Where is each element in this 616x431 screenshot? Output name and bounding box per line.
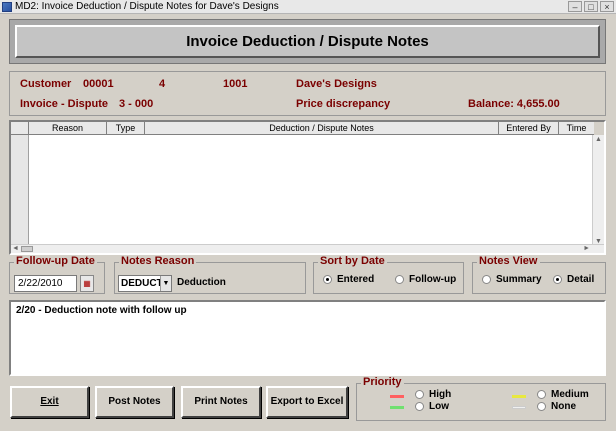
invoice-info-panel: Customer 00001 4 1001 Dave's Designs Inv…: [9, 71, 606, 116]
window-titlebar: MD2: Invoice Deduction / Dispute Notes f…: [0, 0, 616, 14]
window-title: MD2: Invoice Deduction / Dispute Notes f…: [15, 1, 279, 12]
priority-title: Priority: [361, 376, 404, 388]
priority-medium-label: Medium: [551, 389, 589, 400]
priority-none-label: None: [551, 401, 576, 412]
customer-field-3: 1001: [223, 78, 248, 90]
export-excel-button[interactable]: Export to Excel: [266, 386, 348, 418]
customer-label: Customer: [20, 78, 72, 90]
view-detail-label: Detail: [567, 274, 595, 285]
app-icon: [2, 1, 12, 12]
notes-reason-selected: DEDUCT: [121, 278, 163, 289]
sort-followup-label: Follow-up: [409, 274, 457, 285]
grid-header: Reason Type Deduction / Dispute Notes En…: [11, 122, 604, 135]
row-selector: [11, 135, 29, 246]
post-notes-button[interactable]: Post Notes: [95, 386, 174, 418]
notes-reason-description: Deduction: [177, 277, 226, 288]
customer-id: 00001: [83, 78, 114, 90]
scroll-up-icon[interactable]: ▲: [595, 136, 602, 143]
radio-unselected-icon: [415, 390, 424, 399]
header-panel: Invoice Deduction / Dispute Notes: [9, 19, 606, 64]
radio-unselected-icon: [537, 402, 546, 411]
sort-entered-label: Entered: [337, 274, 375, 285]
priority-high-swatch: [390, 395, 404, 398]
invoice-label: Invoice - Dispute: [20, 98, 109, 110]
priority-low-label: Low: [429, 401, 449, 412]
grid-corner: [11, 122, 29, 135]
radio-unselected-icon: [482, 275, 491, 284]
view-summary-radio[interactable]: Summary: [482, 274, 542, 285]
scroll-left-icon[interactable]: ◄: [12, 245, 19, 252]
column-header-type[interactable]: Type: [107, 122, 145, 135]
exit-button-label: Exit: [40, 396, 59, 407]
view-summary-label: Summary: [496, 274, 542, 285]
radio-selected-icon: [553, 275, 562, 284]
scroll-thumb[interactable]: [21, 246, 33, 252]
priority-high-label: High: [429, 389, 452, 400]
sort-followup-radio[interactable]: Follow-up: [395, 274, 456, 285]
dispute-reason: Price discrepancy: [296, 98, 391, 110]
minimize-icon[interactable]: –: [568, 1, 582, 12]
sort-by-date-group: Sort by Date Entered Follow-up: [313, 255, 464, 294]
radio-selected-icon: [323, 275, 332, 284]
followup-date-title: Follow-up Date: [14, 255, 97, 267]
page-title: Invoice Deduction / Dispute Notes: [186, 33, 429, 50]
priority-high-radio[interactable]: High: [415, 389, 451, 400]
priority-group: Priority High Low Medium None: [356, 376, 606, 421]
column-header-time[interactable]: Time: [559, 122, 594, 135]
notes-reason-title: Notes Reason: [119, 255, 197, 267]
exit-button[interactable]: Exit: [10, 386, 89, 418]
column-header-reason[interactable]: Reason: [29, 122, 107, 135]
priority-none-radio[interactable]: None: [537, 401, 576, 412]
priority-low-radio[interactable]: Low: [415, 401, 449, 412]
column-header-entered-by[interactable]: Entered By: [499, 122, 559, 135]
horizontal-scrollbar[interactable]: ◄ ►: [11, 244, 604, 253]
chevron-down-icon[interactable]: ▼: [160, 276, 171, 291]
invoice-value: 3 - 000: [119, 98, 154, 110]
radio-unselected-icon: [537, 390, 546, 399]
column-header-notes[interactable]: Deduction / Dispute Notes: [145, 122, 499, 135]
notes-grid[interactable]: Reason Type Deduction / Dispute Notes En…: [9, 120, 606, 255]
radio-unselected-icon: [415, 402, 424, 411]
notes-view-group: Notes View Summary Detail: [472, 255, 606, 294]
view-detail-radio[interactable]: Detail: [553, 274, 594, 285]
balance: Balance: 4,655.00: [468, 98, 560, 110]
vertical-scrollbar[interactable]: ▲ ▼: [592, 135, 604, 246]
priority-medium-swatch: [512, 395, 526, 398]
header-banner: Invoice Deduction / Dispute Notes: [15, 25, 600, 58]
print-notes-button[interactable]: Print Notes: [181, 386, 261, 418]
priority-low-swatch: [390, 406, 404, 409]
customer-name: Dave's Designs: [296, 78, 377, 90]
customer-field-2: 4: [159, 78, 166, 90]
sort-entered-radio[interactable]: Entered: [323, 274, 374, 285]
notes-reason-select[interactable]: DEDUCT ▼: [118, 275, 172, 292]
close-icon[interactable]: ×: [600, 1, 614, 12]
notes-reason-group: Notes Reason DEDUCT ▼ Deduction: [114, 255, 306, 294]
scroll-right-icon[interactable]: ►: [583, 245, 590, 252]
followup-date-input[interactable]: 2/22/2010: [14, 275, 77, 292]
notes-view-title: Notes View: [477, 255, 540, 267]
priority-none-swatch: [512, 406, 526, 409]
priority-medium-radio[interactable]: Medium: [537, 389, 589, 400]
calendar-icon[interactable]: ▦: [80, 275, 94, 292]
sort-by-date-title: Sort by Date: [318, 255, 387, 267]
followup-date-group: Follow-up Date 2/22/2010 ▦: [9, 255, 105, 294]
maximize-icon[interactable]: □: [584, 1, 598, 12]
notes-textarea[interactable]: 2/20 - Deduction note with follow up: [9, 300, 606, 376]
radio-unselected-icon: [395, 275, 404, 284]
